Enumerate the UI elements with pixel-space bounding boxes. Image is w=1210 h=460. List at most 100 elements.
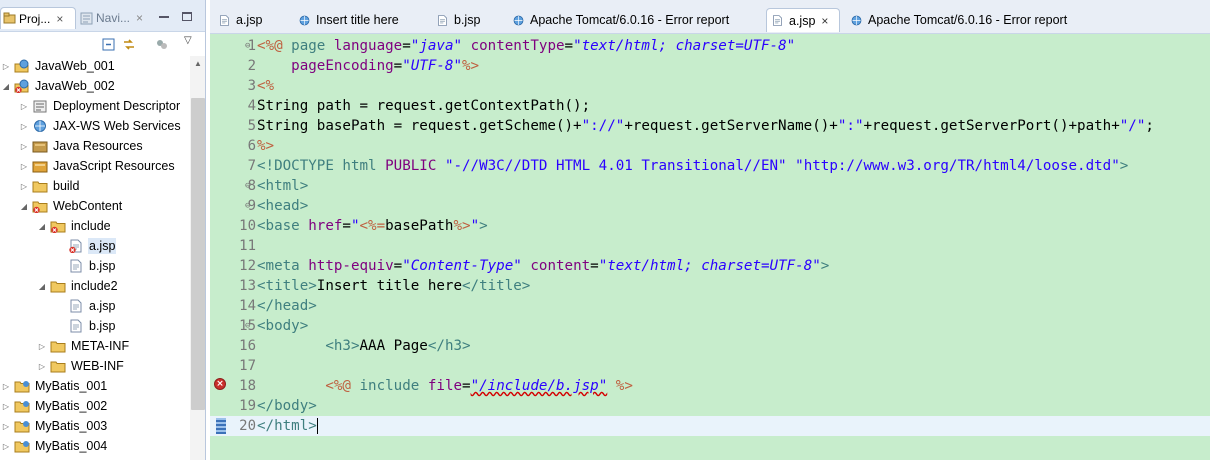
expand-toggle-icon[interactable]: ▷ — [37, 362, 47, 371]
code-line[interactable]: <html> — [257, 176, 308, 196]
code-line[interactable]: <meta http-equiv="Content-Type" content=… — [257, 256, 829, 276]
expand-toggle-icon[interactable]: ◢ — [19, 202, 29, 211]
fold-toggle-icon[interactable]: ⊖ — [245, 201, 250, 211]
view-menu-icon[interactable]: ▽ — [184, 35, 198, 48]
line-number: 19 — [239, 398, 256, 414]
code-line[interactable]: <base href="<%=basePath%>"> — [257, 216, 488, 236]
tree-item[interactable]: ◢ include — [37, 216, 112, 236]
error-marker-icon[interactable]: × — [214, 378, 226, 390]
code-line[interactable]: </html> — [257, 416, 318, 436]
folder-error-icon — [50, 219, 66, 234]
code-token: <% — [257, 78, 275, 94]
tab-project-explorer[interactable]: Proj... × — [0, 7, 76, 29]
code-line[interactable]: <!DOCTYPE html PUBLIC "-//W3C//DTD HTML … — [257, 156, 1128, 176]
web-browser-icon — [512, 14, 525, 27]
code-line[interactable]: String basePath = request.getScheme()+":… — [257, 116, 1154, 136]
editor-tab[interactable]: Apache Tomcat/6.0.16 - Error report — [846, 8, 1067, 32]
tree-item[interactable]: ◢ JavaWeb_002 — [1, 76, 116, 96]
code-token: PUBLIC — [385, 158, 445, 174]
editor-tab[interactable]: b.jsp — [432, 8, 480, 32]
jsp-file-icon — [436, 14, 449, 27]
expand-toggle-icon[interactable]: ◢ — [37, 282, 47, 291]
tree-item[interactable]: ▷ Deployment Descriptor — [19, 96, 181, 116]
editor-tab[interactable]: Insert title here — [294, 8, 399, 32]
tree-item-label: Java Resources — [53, 139, 143, 153]
tree-item[interactable]: ▷ META-INF — [37, 336, 130, 356]
editor-tab-label: a.jsp — [236, 13, 263, 27]
line-number: 7 — [247, 158, 256, 174]
scroll-up-arrow-icon[interactable]: ▲ — [190, 56, 205, 72]
code-line[interactable]: </body> — [257, 396, 317, 416]
collapse-all-icon[interactable] — [102, 38, 116, 51]
expand-toggle-icon[interactable]: ▷ — [1, 382, 11, 391]
code-line[interactable]: <h3>AAA Page</h3> — [257, 336, 470, 356]
tree-item[interactable]: ▷ MyBatis_002 — [1, 396, 108, 416]
tree-item[interactable]: ▷ MyBatis_001 — [1, 376, 108, 396]
code-line[interactable]: String path = request.getContextPath(); — [257, 96, 590, 116]
tree-item[interactable]: b.jsp — [55, 316, 116, 336]
tree-item[interactable]: ▷ MyBatis_003 — [1, 416, 108, 436]
editor-tab[interactable]: a.jsp × — [766, 8, 840, 32]
code-token: +request.getServerPort()+path+ — [863, 118, 1120, 134]
tree-item[interactable]: b.jsp — [55, 256, 116, 276]
maximize-icon[interactable] — [182, 12, 192, 21]
tree-item[interactable]: ◢ WebContent — [19, 196, 123, 216]
code-line[interactable]: pageEncoding="UTF-8"%> — [257, 56, 479, 76]
tree-item[interactable]: ▷ Java Resources — [19, 136, 144, 156]
code-line[interactable]: %> — [257, 136, 274, 156]
expand-toggle-icon[interactable]: ▷ — [19, 102, 29, 111]
expand-toggle-icon[interactable]: ▷ — [19, 162, 29, 171]
fold-toggle-icon[interactable]: ⊖ — [245, 41, 250, 51]
tree-item-label: JavaScript Resources — [53, 159, 175, 173]
tree-item[interactable]: ▷ MyBatis_004 — [1, 436, 108, 456]
minimize-icon[interactable] — [159, 11, 170, 22]
expand-toggle-icon[interactable]: ▷ — [37, 342, 47, 351]
jsp-file-icon — [68, 259, 84, 273]
code-line[interactable]: <head> — [257, 196, 308, 216]
tree-scrollbar-thumb[interactable] — [191, 98, 205, 410]
editor-tab[interactable]: Apache Tomcat/6.0.16 - Error report — [508, 8, 729, 32]
tab-navigator[interactable]: Navi... × — [80, 7, 143, 29]
tree-item[interactable]: a.jsp — [55, 296, 116, 316]
tree-item[interactable]: ▷ WEB-INF — [37, 356, 125, 376]
tree-item[interactable]: ▷ JavaScript Resources — [19, 156, 176, 176]
tree-item[interactable]: ▷ JAX-WS Web Services — [19, 116, 182, 136]
expand-toggle-icon[interactable]: ▷ — [19, 182, 29, 191]
filters-icon[interactable] — [155, 38, 169, 51]
code-line[interactable]: <% — [257, 76, 274, 96]
project-icon — [14, 379, 30, 393]
tree-item[interactable]: ◢ include2 — [37, 276, 119, 296]
expand-toggle-icon[interactable]: ▷ — [1, 422, 11, 431]
line-number: 15 — [239, 318, 256, 334]
code-token: <meta — [257, 258, 309, 274]
expand-toggle-icon[interactable]: ▷ — [19, 122, 29, 131]
expand-toggle-icon[interactable]: ▷ — [19, 142, 29, 151]
link-with-editor-icon[interactable] — [122, 38, 136, 51]
expand-toggle-icon[interactable]: ▷ — [1, 402, 11, 411]
line-number: 10 — [239, 218, 256, 234]
expand-toggle-icon[interactable]: ◢ — [37, 222, 47, 231]
code-line[interactable]: </head> — [257, 296, 317, 316]
expand-toggle-icon[interactable]: ◢ — [1, 82, 11, 91]
expand-toggle-icon[interactable]: ▷ — [1, 62, 11, 71]
code-token: "://" — [581, 118, 625, 134]
fold-toggle-icon[interactable]: ⊖ — [245, 321, 250, 331]
close-icon[interactable]: × — [821, 14, 828, 28]
code-token: = — [462, 378, 471, 394]
code-line[interactable]: <body> — [257, 316, 308, 336]
tree-item[interactable]: a.jsp — [55, 236, 117, 256]
tree-item-label: b.jsp — [89, 259, 116, 273]
expand-toggle-icon[interactable]: ▷ — [1, 442, 11, 451]
tree-item[interactable]: ▷ build — [19, 176, 80, 196]
close-icon[interactable]: × — [136, 11, 143, 25]
line-number: 11 — [239, 238, 256, 254]
code-line[interactable]: <%@ page language="java" contentType="te… — [257, 36, 795, 56]
close-icon[interactable]: × — [56, 12, 63, 26]
code-line[interactable]: <%@ include file="/include/b.jsp" %> — [257, 376, 633, 396]
view-toolbar: ▽ — [0, 32, 205, 56]
editor-tab[interactable]: a.jsp — [214, 8, 262, 32]
tree-item[interactable]: ▷ JavaWeb_001 — [1, 56, 116, 76]
code-editor[interactable]: 1 ⊖ 2 3 4 5 6 7 8 ⊖ 9 ⊖ 10 11 12 13 14 15 ⊖ 16 17 18 19 20 × <%… — [210, 34, 1210, 460]
fold-toggle-icon[interactable]: ⊖ — [245, 181, 250, 191]
code-line[interactable]: <title>Insert title here</title> — [257, 276, 530, 296]
